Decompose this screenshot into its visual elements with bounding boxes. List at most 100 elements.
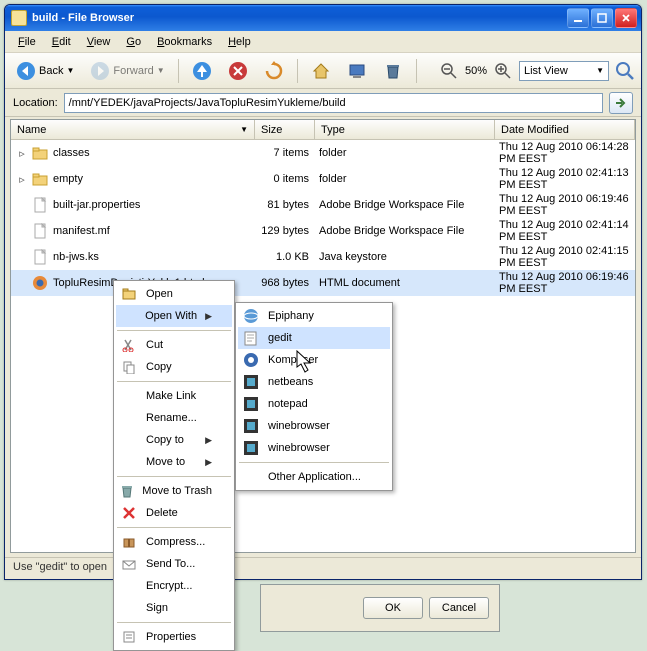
toolbar: Back ▼ Forward ▼ 50% List View▼ [5, 53, 641, 89]
search-icon[interactable] [615, 61, 635, 81]
ctx-trash[interactable]: Move to Trash [116, 480, 232, 502]
table-row[interactable]: TopluResimDegistirYukle1.html968 bytesHT… [11, 270, 635, 296]
table-row[interactable]: manifest.mf129 bytesAdobe Bridge Workspa… [11, 218, 635, 244]
folder-icon [32, 145, 48, 161]
col-size[interactable]: Size [255, 120, 315, 139]
titlebar[interactable]: build - File Browser [5, 5, 641, 31]
ctx-sign[interactable]: Sign [116, 597, 232, 619]
col-name[interactable]: Name▼ [11, 120, 255, 139]
ctx-delete[interactable]: Delete [116, 502, 232, 524]
menu-edit[interactable]: Edit [45, 34, 78, 50]
menu-file[interactable]: File [11, 34, 43, 50]
epiphany-icon [242, 307, 260, 325]
file-date: Thu 12 Aug 2010 02:41:14 PM EEST [499, 219, 631, 243]
column-headers: Name▼ Size Type Date Modified [11, 120, 635, 140]
col-date[interactable]: Date Modified [495, 120, 635, 139]
reload-icon [264, 61, 284, 81]
expand-icon[interactable]: ▹ [17, 173, 27, 186]
sub-epiphany[interactable]: Epiphany [238, 305, 390, 327]
dropdown-icon: ▼ [596, 66, 604, 75]
ctx-make-link[interactable]: Make Link [116, 385, 232, 407]
ctx-send-to[interactable]: Send To... [116, 553, 232, 575]
col-type[interactable]: Type [315, 120, 495, 139]
dialog-buttons: OK Cancel [260, 584, 500, 632]
ctx-copy[interactable]: Copy [116, 356, 232, 378]
menu-bookmarks[interactable]: Bookmarks [150, 34, 219, 50]
send-icon [120, 555, 138, 573]
up-button[interactable] [187, 57, 217, 85]
zoom-in-icon[interactable] [493, 61, 513, 81]
file-date: Thu 12 Aug 2010 06:19:46 PM EEST [499, 193, 631, 217]
file-name: classes [53, 147, 90, 159]
sub-winebrowser2[interactable]: winebrowser [238, 437, 390, 459]
table-row[interactable]: ▹classes7 itemsfolderThu 12 Aug 2010 06:… [11, 140, 635, 166]
ctx-open[interactable]: Open [116, 283, 232, 305]
reload-button[interactable] [259, 57, 289, 85]
open-icon [120, 285, 138, 303]
file-icon [32, 223, 48, 239]
expand-icon[interactable]: ▹ [17, 147, 27, 160]
computer-button[interactable] [342, 57, 372, 85]
file-type: Adobe Bridge Workspace File [319, 225, 499, 237]
file-size: 129 bytes [259, 225, 319, 237]
file-size: 0 items [259, 173, 319, 185]
sort-indicator-icon: ▼ [240, 125, 248, 134]
cancel-button[interactable]: Cancel [429, 597, 489, 619]
sub-other-application[interactable]: Other Application... [238, 466, 390, 488]
file-size: 7 items [259, 147, 319, 159]
home-icon [311, 61, 331, 81]
ctx-compress[interactable]: Compress... [116, 531, 232, 553]
maximize-button[interactable] [591, 8, 613, 28]
back-button[interactable]: Back ▼ [11, 57, 79, 85]
sub-notepad[interactable]: notepad [238, 393, 390, 415]
sub-gedit[interactable]: gedit [238, 327, 390, 349]
compress-icon [120, 533, 138, 551]
minimize-button[interactable] [567, 8, 589, 28]
table-row[interactable]: nb-jws.ks1.0 KBJava keystoreThu 12 Aug 2… [11, 244, 635, 270]
menu-view[interactable]: View [80, 34, 118, 50]
context-menu: Open Open With▶ Cut Copy Make Link Renam… [113, 280, 235, 651]
file-size: 1.0 KB [259, 251, 319, 263]
zoom-out-icon[interactable] [439, 61, 459, 81]
zoom-label: 50% [465, 65, 487, 77]
sub-winebrowser1[interactable]: winebrowser [238, 415, 390, 437]
file-type: HTML document [319, 277, 499, 289]
ctx-properties[interactable]: Properties [116, 626, 232, 648]
ctx-copy-to[interactable]: Copy to▶ [116, 429, 232, 451]
file-icon [32, 249, 48, 265]
sub-netbeans[interactable]: netbeans [238, 371, 390, 393]
file-date: Thu 12 Aug 2010 02:41:13 PM EEST [499, 167, 631, 191]
file-size: 81 bytes [259, 199, 319, 211]
file-type: Java keystore [319, 251, 499, 263]
ctx-move-to[interactable]: Move to▶ [116, 451, 232, 473]
computer-icon [347, 61, 367, 81]
file-type: Adobe Bridge Workspace File [319, 199, 499, 211]
html-icon [32, 275, 48, 291]
close-button[interactable] [615, 8, 637, 28]
table-row[interactable]: ▹empty0 itemsfolderThu 12 Aug 2010 02:41… [11, 166, 635, 192]
open-with-submenu: Epiphany gedit Komposer netbeans notepad… [235, 302, 393, 491]
forward-button[interactable]: Forward ▼ [85, 57, 169, 85]
file-date: Thu 12 Aug 2010 02:41:15 PM EEST [499, 245, 631, 269]
ctx-open-with[interactable]: Open With▶ [116, 305, 232, 327]
sub-komposer[interactable]: Komposer [238, 349, 390, 371]
ok-button[interactable]: OK [363, 597, 423, 619]
trash-button[interactable] [378, 57, 408, 85]
file-date: Thu 12 Aug 2010 06:19:46 PM EEST [499, 271, 631, 295]
trash-icon [383, 61, 403, 81]
menu-go[interactable]: Go [119, 34, 148, 50]
ctx-encrypt[interactable]: Encrypt... [116, 575, 232, 597]
up-icon [192, 61, 212, 81]
stop-button[interactable] [223, 57, 253, 85]
app-icon [11, 10, 27, 26]
ctx-rename[interactable]: Rename... [116, 407, 232, 429]
table-row[interactable]: built-jar.properties81 bytesAdobe Bridge… [11, 192, 635, 218]
go-button[interactable] [609, 92, 633, 114]
ctx-cut[interactable]: Cut [116, 334, 232, 356]
menu-help[interactable]: Help [221, 34, 258, 50]
home-button[interactable] [306, 57, 336, 85]
file-type: folder [319, 173, 499, 185]
view-select[interactable]: List View▼ [519, 61, 609, 81]
file-icon [32, 197, 48, 213]
location-input[interactable]: /mnt/YEDEK/javaProjects/JavaTopluResimYu… [64, 93, 603, 113]
